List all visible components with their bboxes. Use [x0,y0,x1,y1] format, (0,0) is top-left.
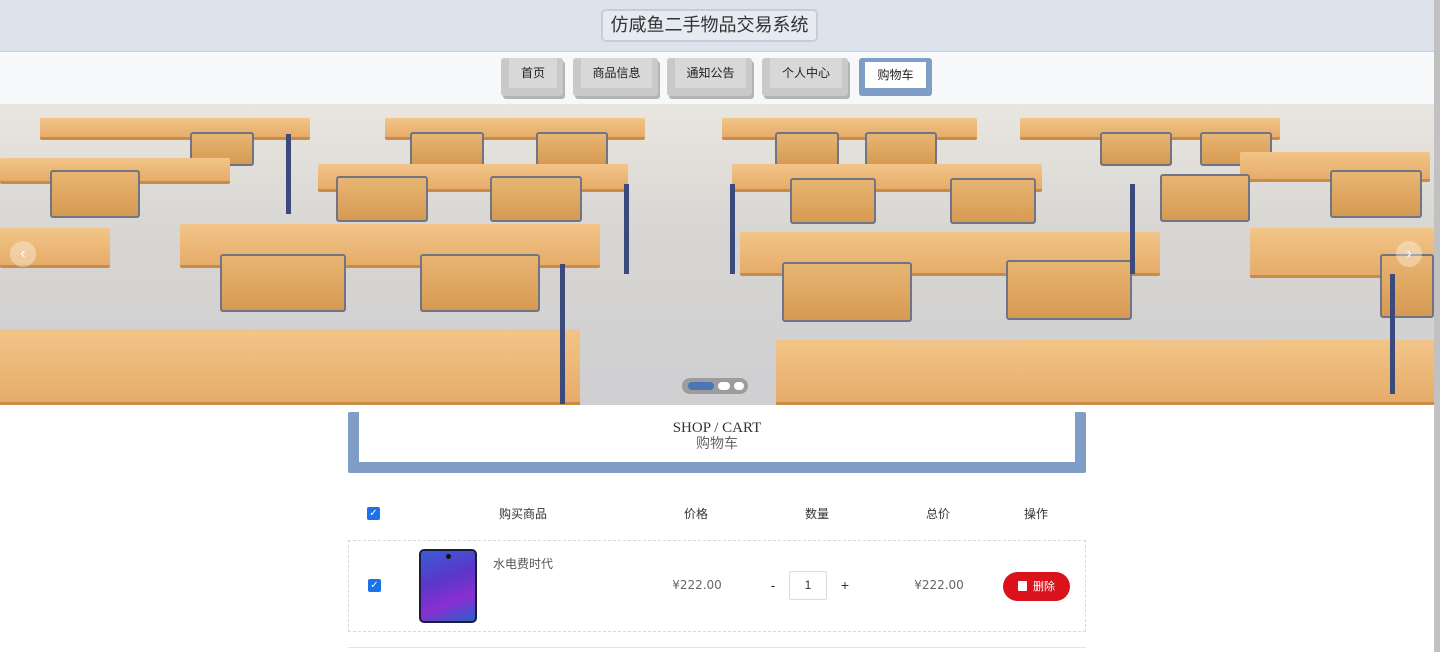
banner-leg [560,264,565,404]
nav-cart-label: 购物车 [865,62,926,88]
banner-chair [336,176,428,222]
product-image[interactable] [419,549,477,623]
item-price: ¥222.00 [672,578,722,592]
quantity-increase-button[interactable]: + [838,577,852,593]
carousel-dot-3[interactable] [734,382,744,390]
nav-profile-label: 个人中心 [770,58,842,88]
site-title: 仿咸鱼二手物品交易系统 [601,9,818,42]
scrollbar-thumb[interactable] [1434,0,1440,652]
chevron-left-icon: ‹ [20,245,26,262]
banner-desk [776,340,1434,405]
site-header: 仿咸鱼二手物品交易系统 [0,0,1434,52]
nav-home[interactable]: 首页 [501,58,563,96]
col-quantity: 数量 [804,507,829,521]
main-nav: 首页 商品信息 通知公告 个人中心 购物车 [0,52,1434,104]
banner-desk [0,329,580,405]
banner-leg [286,134,291,214]
quantity-decrease-button[interactable]: - [766,577,780,593]
col-product: 购买商品 [498,507,547,521]
col-total: 总价 [925,507,950,521]
nav-products-label: 商品信息 [581,58,652,88]
product-name[interactable]: 水电费时代 [493,555,553,572]
banner-carousel[interactable]: ‹ › [0,104,1434,405]
nav-profile[interactable]: 个人中心 [762,58,848,96]
cart-table-footer-border [348,647,1086,657]
nav-notices-label: 通知公告 [675,58,746,88]
nav-products[interactable]: 商品信息 [573,58,658,96]
page-scrollbar[interactable] [1434,0,1440,652]
chevron-right-icon: › [1406,245,1412,262]
banner-chair [950,178,1036,224]
col-price: 价格 [683,507,708,521]
carousel-dot-2[interactable] [718,382,730,390]
quantity-input[interactable]: 1 [789,571,827,600]
delete-button-label: 删除 [1033,580,1055,593]
banner-chair [50,170,140,218]
banner-desk [40,118,310,140]
col-action: 操作 [1023,507,1048,521]
banner-chair [1100,132,1172,166]
cart-table-header: ✓ 购买商品 价格 数量 总价 操作 [348,495,1086,531]
banner-chair [410,132,484,166]
item-total: ¥222.00 [914,578,964,592]
nav-home-label: 首页 [509,58,557,88]
section-title-cn: 购物车 [696,436,738,452]
banner-chair [1330,170,1422,218]
cart-item-row: ✓ 水电费时代 ¥222.00 - 1 + ¥222.00 删除 [348,540,1086,632]
banner-chair [1160,174,1250,222]
carousel-prev-button[interactable]: ‹ [10,241,36,267]
phone-notch [446,554,451,559]
select-all-checkbox[interactable]: ✓ [367,507,380,520]
section-title-inner: SHOP / CART 购物车 [359,412,1075,462]
nav-cart[interactable]: 购物车 [859,58,932,96]
banner-image [0,104,1434,405]
banner-chair [790,178,876,224]
carousel-dot-1[interactable] [688,382,714,390]
banner-leg [730,184,735,274]
banner-chair [775,132,839,166]
carousel-indicators [682,378,748,394]
item-checkbox[interactable]: ✓ [368,579,381,592]
banner-chair [782,262,912,322]
banner-chair [420,254,540,312]
carousel-next-button[interactable]: › [1396,241,1422,267]
banner-leg [624,184,629,274]
banner-chair [220,254,346,312]
section-title: SHOP / CART 购物车 [348,412,1086,473]
banner-chair [490,176,582,222]
nav-notices[interactable]: 通知公告 [667,58,752,96]
banner-chair [865,132,937,166]
banner-chair [1006,260,1132,320]
section-title-en: SHOP / CART [672,420,762,436]
trash-icon [1018,581,1027,591]
banner-chair [536,132,608,166]
banner-desk [722,118,977,140]
delete-button[interactable]: 删除 [1003,572,1070,601]
banner-leg [1130,184,1135,274]
banner-leg [1390,274,1395,394]
